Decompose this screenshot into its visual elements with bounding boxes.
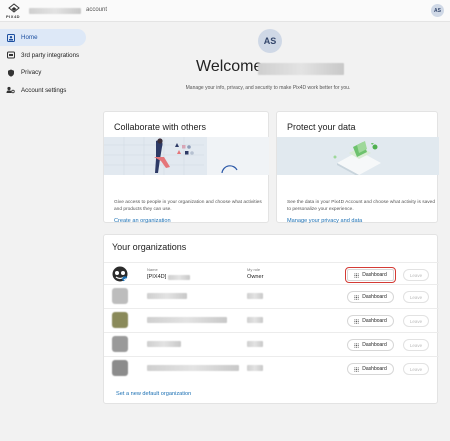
organization-row: Dashboard Leave (104, 356, 439, 380)
organization-row: Dashboard Leave (104, 332, 439, 356)
dashboard-label: Dashboard (362, 318, 387, 324)
dashboard-button[interactable]: Dashboard (347, 291, 394, 303)
sidebar-item-label: Privacy (21, 69, 42, 76)
dashboard-button[interactable]: Dashboard (347, 339, 394, 351)
dashboard-label: Dashboard (362, 342, 387, 348)
sidebar-item-label: Home (21, 34, 38, 41)
protect-card: Protect your data See the data in your P… (276, 111, 439, 224)
name-label: Name (147, 267, 158, 272)
role-value: Owner (247, 274, 264, 280)
blurred-role (247, 317, 263, 323)
apps-grid-icon (354, 272, 360, 278)
dashboard-label: Dashboard (362, 366, 387, 372)
leave-button[interactable]: Leave (403, 269, 429, 281)
organization-row: Name [PIX4D] My role Owner Dashboard Lea… (104, 262, 439, 286)
blurred-username (29, 8, 81, 14)
leave-button[interactable]: Leave (403, 363, 429, 375)
home-icon (6, 33, 15, 42)
create-organization-link[interactable]: Create an organization (114, 218, 171, 224)
apps-grid-icon (354, 366, 360, 372)
manage-privacy-link[interactable]: Manage your privacy and data (287, 218, 362, 224)
collaborate-title: Collaborate with others (114, 122, 207, 132)
sidebar-item-privacy[interactable]: Privacy (0, 64, 92, 81)
leave-label: Leave (409, 294, 423, 300)
dashboard-button[interactable]: Dashboard (345, 267, 396, 283)
shield-icon (6, 68, 15, 77)
protect-illustration (277, 137, 439, 175)
organization-avatar-icon (112, 360, 128, 376)
logo-text: PIX4D (6, 14, 21, 19)
role-label: My role (247, 267, 261, 272)
organizations-title: Your organizations (112, 242, 187, 252)
blurred-role (247, 365, 263, 371)
dashboard-label: Dashboard (362, 272, 387, 278)
protect-title: Protect your data (287, 122, 356, 132)
blurred-role (247, 341, 263, 347)
blurred-org-name (147, 365, 239, 371)
user-avatar[interactable]: AS (431, 4, 444, 17)
set-default-organization-link[interactable]: Set a new default organization (116, 391, 191, 397)
welcome-subtitle: Manage your info, privacy, and security … (185, 85, 351, 91)
profile-avatar[interactable]: AS (258, 29, 282, 53)
blurred-org-name (147, 317, 227, 323)
dashboard-button[interactable]: Dashboard (347, 363, 394, 375)
organization-avatar-icon (112, 288, 128, 304)
leave-button[interactable]: Leave (403, 291, 429, 303)
account-label: account (86, 7, 108, 13)
blurred-org-name (147, 341, 181, 347)
top-bar: PIX4D account AS (0, 0, 450, 22)
leave-label: Leave (409, 342, 423, 348)
leave-label: Leave (409, 366, 423, 372)
blurred-role (247, 293, 263, 299)
apps-grid-icon (354, 342, 360, 348)
welcome-heading: Welcome, (196, 58, 267, 75)
leave-label: Leave (409, 272, 423, 278)
protect-description: See the data in your Pix4D Account and c… (287, 200, 435, 212)
sidebar-item-label: 3rd party integrations (21, 51, 80, 59)
collaborate-description: Give access to people in your organizati… (114, 200, 262, 212)
organization-avatar-icon (112, 266, 128, 282)
collaborate-card: Collaborate with others Give access to p… (103, 111, 269, 224)
organization-name: [PIX4D] (147, 274, 167, 280)
blurred-org-name (147, 293, 187, 299)
integrations-icon (6, 51, 15, 60)
collaborate-illustration (104, 137, 269, 175)
organizations-card: Your organizations Name [PIX4D] My role … (103, 234, 439, 404)
leave-label: Leave (409, 318, 423, 324)
leave-button[interactable]: Leave (403, 339, 429, 351)
sidebar-item-home[interactable]: Home (0, 29, 86, 46)
apps-grid-icon (354, 318, 360, 324)
leave-button[interactable]: Leave (403, 315, 429, 327)
sidebar-item-integrations[interactable]: 3rd party integrations (0, 47, 92, 64)
organization-avatar-icon (112, 312, 128, 328)
dashboard-label: Dashboard (362, 294, 387, 300)
organization-row: Dashboard Leave (104, 308, 439, 332)
dashboard-button[interactable]: Dashboard (347, 315, 394, 327)
apps-grid-icon (354, 294, 360, 300)
blurred-org-name (168, 275, 190, 280)
organization-avatar-icon (112, 336, 128, 352)
blurred-user-name (258, 63, 344, 75)
organization-row: Dashboard Leave (104, 284, 439, 308)
